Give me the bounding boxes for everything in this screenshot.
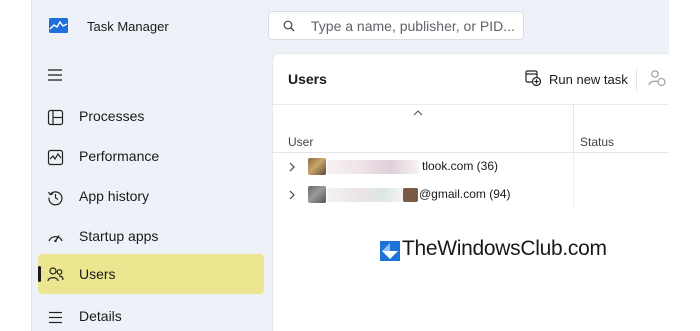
redacted-text xyxy=(403,188,418,202)
details-icon xyxy=(49,311,62,324)
nav-item-users[interactable]: Users xyxy=(38,254,264,294)
nav-item-performance[interactable]: Performance xyxy=(38,138,264,176)
active-indicator xyxy=(38,266,41,282)
startup-apps-icon xyxy=(48,235,63,243)
users-panel: Users Run new task User Status tlook.com… xyxy=(272,53,669,331)
nav-label: Startup apps xyxy=(79,228,159,244)
search-icon xyxy=(283,20,295,32)
hamburger-menu-icon[interactable] xyxy=(47,68,63,82)
task-manager-icon xyxy=(49,18,68,33)
nav-item-details[interactable]: Details xyxy=(38,298,264,331)
search-box[interactable] xyxy=(268,11,524,40)
toolbar-separator xyxy=(273,104,669,105)
run-new-task-icon xyxy=(525,70,541,87)
run-new-task-button[interactable]: Run new task xyxy=(523,66,635,92)
nav-item-processes[interactable]: Processes xyxy=(38,98,264,136)
column-header-divider xyxy=(273,152,669,153)
watermark: TheWindowsClub.com xyxy=(380,236,669,266)
user-name: @gmail.com (94) xyxy=(419,187,511,201)
avatar xyxy=(308,158,326,175)
sort-ascending-icon[interactable] xyxy=(413,110,423,116)
right-background xyxy=(668,0,700,331)
users-icon xyxy=(47,267,64,282)
watermark-text: TheWindowsClub.com xyxy=(402,237,607,260)
nav-label: Users xyxy=(79,266,116,282)
nav-label: App history xyxy=(79,188,150,204)
windows-logo-icon xyxy=(380,241,400,261)
avatar xyxy=(308,186,326,203)
app-history-icon xyxy=(47,191,63,206)
status-column-line xyxy=(573,153,574,209)
search-input[interactable] xyxy=(311,14,516,37)
nav-label: Details xyxy=(79,308,122,324)
title-bar: Task Manager xyxy=(32,0,669,52)
chevron-right-icon[interactable] xyxy=(288,190,296,200)
user-row[interactable]: @gmail.com (94) xyxy=(273,182,573,208)
toolbar-divider xyxy=(636,68,637,92)
nav-label: Processes xyxy=(79,108,145,124)
app-title: Task Manager xyxy=(87,19,169,34)
nav-label: Performance xyxy=(79,148,160,164)
left-background xyxy=(0,0,32,331)
run-new-task-label: Run new task xyxy=(549,72,628,87)
nav-item-startup-apps[interactable]: Startup apps xyxy=(38,218,264,256)
column-header-status[interactable]: Status xyxy=(580,135,614,149)
disconnect-user-icon[interactable] xyxy=(648,69,666,87)
user-row[interactable]: tlook.com (36) xyxy=(273,154,573,180)
task-manager-window: Task Manager Processes Performance xyxy=(32,0,669,331)
column-separator[interactable] xyxy=(573,105,574,153)
redacted-text xyxy=(327,160,419,174)
nav-item-app-history[interactable]: App history xyxy=(38,178,264,216)
column-header-user[interactable]: User xyxy=(288,135,313,149)
performance-icon xyxy=(47,149,64,166)
processes-icon xyxy=(47,109,64,126)
page-title: Users xyxy=(288,71,327,87)
redacted-text xyxy=(327,188,403,202)
user-name: tlook.com (36) xyxy=(422,159,499,173)
chevron-right-icon[interactable] xyxy=(288,162,296,172)
